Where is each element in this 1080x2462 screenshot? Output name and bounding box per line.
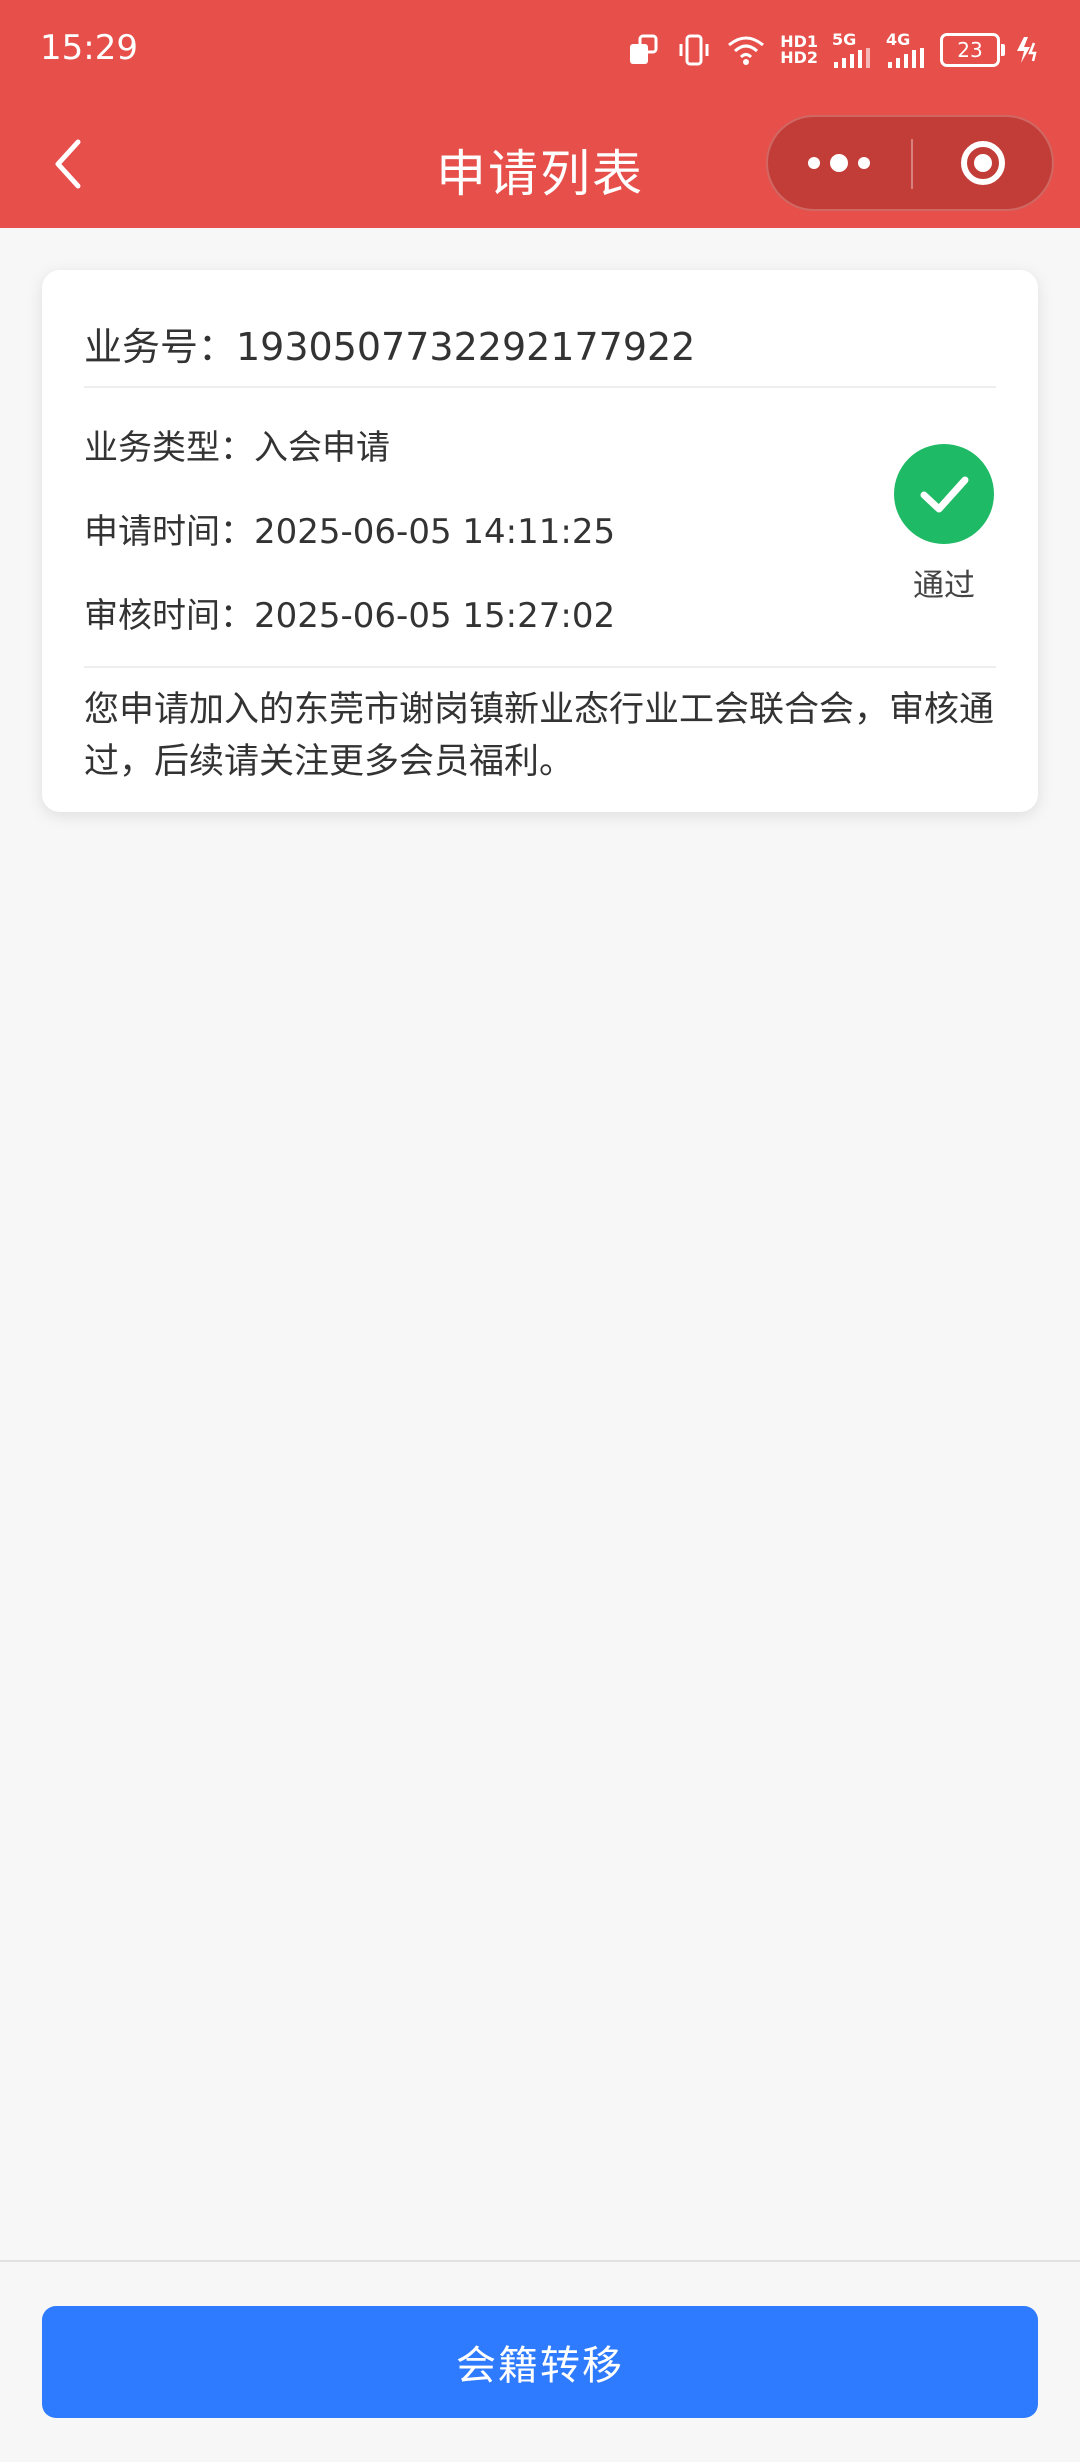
status-icons: HD1 HD2 5G 4G 23: [626, 26, 1042, 74]
app-header: 15:29 HD1 HD2 5G 4G 23 申请列表: [0, 0, 1080, 228]
divider: [84, 386, 996, 388]
wifi-icon: [726, 33, 766, 67]
charging-icon: [1014, 35, 1042, 65]
signal-5g: 5G: [832, 32, 872, 68]
business-type: 业务类型：入会申请: [84, 428, 390, 468]
divider: [84, 666, 996, 668]
status-time: 15:29: [40, 28, 138, 68]
business-number: 业务号：1930507732292177922: [84, 325, 696, 369]
more-dots-icon-center: [830, 154, 848, 172]
review-message: 您申请加入的东莞市谢岗镇新业态行业工会联合会，审核通过，后续请关注更多会员福利。: [84, 690, 995, 782]
hd2-label: HD2: [780, 48, 818, 67]
mini-program-capsule: [766, 115, 1054, 211]
signal-icon: [834, 48, 870, 68]
signal-4g: 4G: [886, 32, 926, 68]
more-dots-icon-right: [858, 157, 870, 169]
check-circle-icon: [894, 444, 994, 544]
vibrate-icon: [676, 32, 712, 68]
net-5g-label: 5G: [832, 30, 857, 49]
net-4g-label: 4G: [886, 30, 911, 49]
signal-icon: [888, 48, 924, 68]
target-core: [974, 154, 992, 172]
capsule-divider: [911, 139, 913, 189]
target-close-icon: [961, 141, 1005, 185]
status-label: 通过: [913, 568, 975, 604]
apply-time: 申请时间：2025-06-05 14:11:25: [84, 512, 616, 552]
battery-icon: 23: [940, 33, 1005, 67]
hd-indicator: HD1 HD2: [780, 34, 818, 66]
membership-transfer-button[interactable]: 会籍转移: [42, 2306, 1038, 2418]
status-bar: 15:29 HD1 HD2 5G 4G 23: [0, 0, 1080, 100]
bottom-bar: 会籍转移: [0, 2260, 1080, 2462]
close-mini-program-button[interactable]: [914, 117, 1052, 209]
more-dots-icon: [808, 157, 820, 169]
review-time: 审核时间：2025-06-05 15:27:02: [84, 596, 616, 636]
rotation-lock-icon: [626, 32, 662, 68]
more-button[interactable]: [768, 117, 910, 209]
nav-bar: 申请列表: [0, 108, 1080, 220]
application-card[interactable]: 业务号：1930507732292177922 业务类型：入会申请 申请时间：2…: [42, 270, 1038, 812]
